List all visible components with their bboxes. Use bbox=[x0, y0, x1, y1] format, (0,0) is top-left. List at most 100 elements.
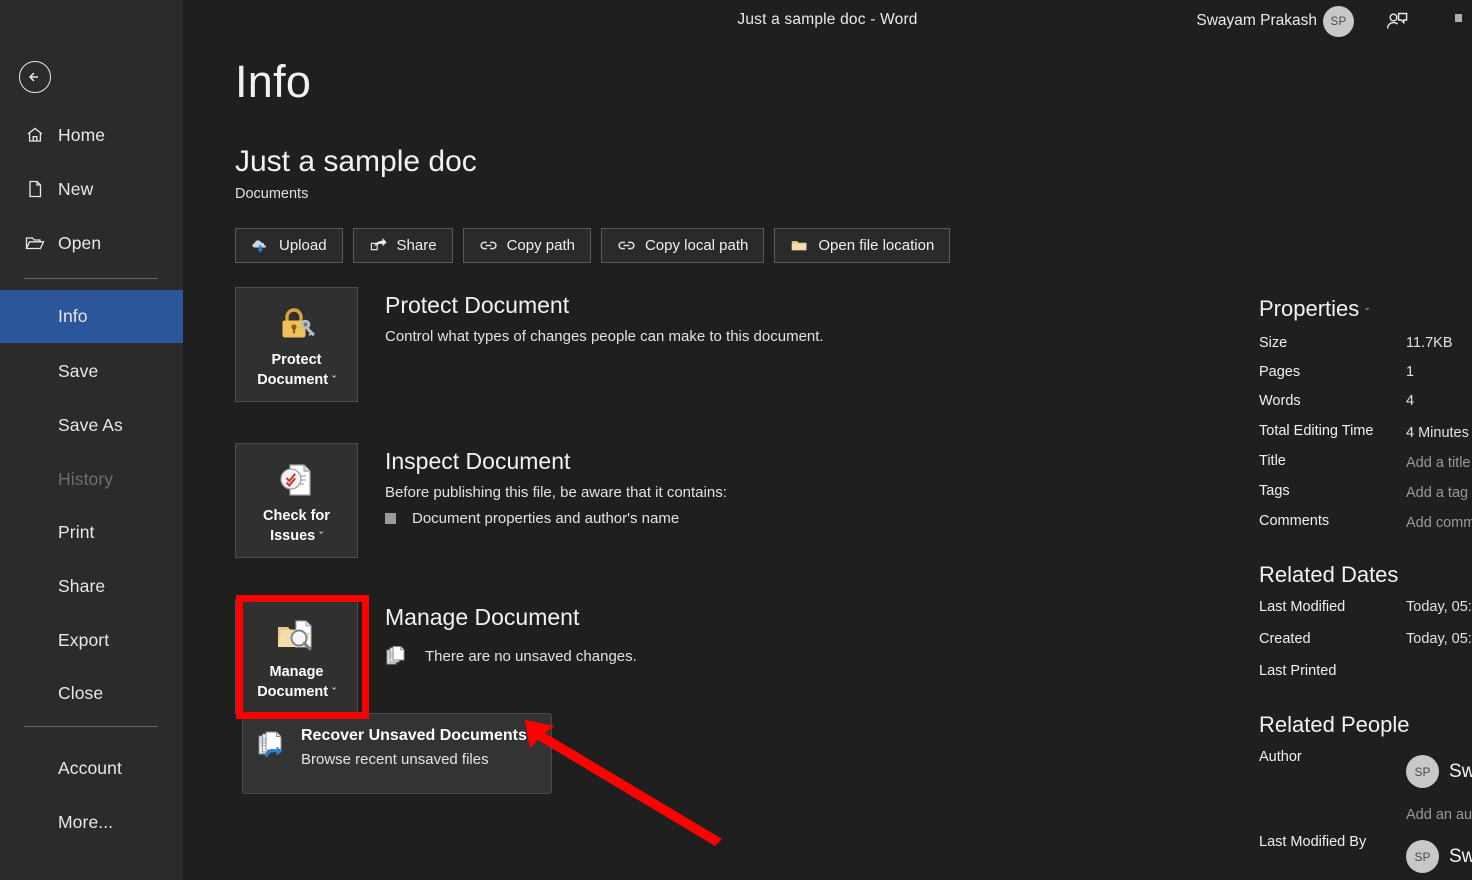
sidebar-item-open[interactable]: Open bbox=[0, 228, 183, 258]
property-value: 1 bbox=[1406, 364, 1415, 380]
property-key: Tags bbox=[1259, 483, 1290, 499]
sidebar-item-home[interactable]: Home bbox=[0, 120, 183, 150]
last-modified-by-key: Last Modified By bbox=[1259, 834, 1367, 850]
link-icon bbox=[617, 236, 636, 255]
sidebar-item-more[interactable]: More... bbox=[0, 807, 183, 837]
sidebar-item-label: Print bbox=[58, 521, 95, 542]
manage-document-title: Manage Document bbox=[385, 604, 580, 630]
tags-input[interactable]: Add a tag bbox=[1406, 485, 1468, 501]
tile-label-text: Document bbox=[257, 372, 329, 388]
related-people-heading: Related People bbox=[1259, 712, 1410, 737]
sidebar-item-label: Close bbox=[58, 682, 104, 703]
comments-input[interactable]: Add comments bbox=[1406, 515, 1472, 531]
related-dates-heading: Related Dates bbox=[1259, 562, 1399, 587]
sidebar-item-new[interactable]: New bbox=[0, 174, 183, 204]
author-name: Swayam Prakash bbox=[1449, 760, 1472, 782]
property-value: 4 bbox=[1406, 393, 1415, 409]
sidebar-item-print[interactable]: Print bbox=[0, 517, 183, 547]
author-person[interactable]: SP Swayam Prakash bbox=[1406, 755, 1472, 788]
folder-icon bbox=[790, 236, 809, 255]
sidebar-item-close[interactable]: Close bbox=[0, 678, 183, 708]
tile-label-text: Issues bbox=[270, 528, 316, 544]
recover-documents-icon bbox=[257, 730, 287, 760]
back-arrow-icon[interactable] bbox=[19, 61, 51, 93]
protect-document-description: Control what types of changes people can… bbox=[385, 328, 824, 345]
last-modified-by-person[interactable]: SP Swayam Prakash bbox=[1406, 840, 1472, 873]
sidebar-divider-top bbox=[24, 278, 158, 279]
date-key: Last Printed bbox=[1259, 663, 1337, 679]
property-key: Title bbox=[1259, 453, 1286, 469]
inspect-document-description: Before publishing this file, be aware th… bbox=[385, 484, 727, 501]
copy-path-button[interactable]: Copy path bbox=[462, 228, 591, 263]
bullet-label: Document properties and author's name bbox=[412, 510, 680, 527]
document-check-icon bbox=[274, 454, 320, 506]
share-arrow-icon bbox=[369, 236, 388, 255]
folder-open-icon bbox=[24, 232, 46, 254]
tile-label-line1: Manage bbox=[269, 664, 324, 680]
protect-document-title: Protect Document bbox=[385, 292, 570, 318]
button-label: Copy local path bbox=[644, 237, 749, 254]
tile-label-line1: Protect bbox=[271, 352, 322, 368]
tile-label-line2: Document ˇ bbox=[253, 682, 340, 703]
account-name: Swayam Prakash bbox=[1196, 12, 1317, 29]
property-key: Words bbox=[1259, 393, 1301, 409]
tile-label-line1: Check for bbox=[263, 508, 330, 524]
date-key: Created bbox=[1259, 631, 1311, 647]
file-name: Just a sample doc bbox=[235, 145, 477, 178]
sidebar-item-account[interactable]: Account bbox=[0, 753, 183, 783]
inspect-document-title: Inspect Document bbox=[385, 448, 571, 474]
chevron-down-icon[interactable]: ˇ bbox=[332, 687, 336, 699]
sidebar-item-label: Info bbox=[58, 306, 88, 326]
sidebar-item-save-as[interactable]: Save As bbox=[0, 410, 183, 440]
inspect-document-bullet: Document properties and author's name bbox=[385, 510, 679, 527]
button-label: Copy path bbox=[506, 237, 575, 254]
bullet-square-icon bbox=[385, 513, 396, 524]
avatar[interactable]: SP bbox=[1323, 6, 1354, 37]
copy-local-path-button[interactable]: Copy local path bbox=[600, 228, 765, 263]
manage-document-tile[interactable]: Manage Document ˇ bbox=[235, 599, 358, 714]
sidebar-item-history: History bbox=[0, 464, 183, 494]
property-key: Total Editing Time bbox=[1259, 423, 1374, 439]
chevron-down-icon[interactable]: ˇ bbox=[332, 375, 336, 387]
home-icon bbox=[24, 124, 46, 146]
sidebar-item-share[interactable]: Share bbox=[0, 571, 183, 601]
property-key: Pages bbox=[1259, 364, 1301, 380]
file-location: Documents bbox=[235, 186, 309, 202]
open-file-location-button[interactable]: Open file location bbox=[774, 228, 951, 263]
button-label: Upload bbox=[279, 237, 327, 254]
date-key: Last Modified bbox=[1259, 599, 1346, 615]
sidebar-item-label: Open bbox=[58, 232, 102, 253]
properties-heading-text: Properties bbox=[1259, 296, 1360, 321]
button-label: Open file location bbox=[818, 237, 935, 254]
tile-label-line2: Document ˇ bbox=[253, 370, 340, 391]
author-key: Author bbox=[1259, 749, 1302, 765]
check-for-issues-tile[interactable]: Check for Issues ˇ bbox=[235, 443, 358, 558]
sidebar-item-label: Share bbox=[58, 575, 106, 596]
recover-unsaved-documents-menu-item[interactable]: Recover Unsaved Documents Browse recent … bbox=[242, 713, 552, 794]
manage-document-icon bbox=[273, 610, 321, 662]
avatar: SP bbox=[1406, 755, 1439, 788]
sidebar-item-label: Save As bbox=[58, 414, 123, 435]
last-modified-by-name: Swayam Prakash bbox=[1449, 845, 1472, 867]
chevron-down-icon[interactable]: ˇ bbox=[1365, 307, 1369, 319]
protect-document-tile[interactable]: Protect Document ˇ bbox=[235, 287, 358, 402]
sidebar-item-label: History bbox=[58, 468, 114, 489]
lock-key-icon bbox=[274, 298, 320, 350]
sidebar-item-save[interactable]: Save bbox=[0, 356, 183, 386]
share-button[interactable]: Share bbox=[352, 228, 453, 263]
property-value: 11.7KB bbox=[1406, 335, 1453, 351]
property-value: 4 Minutes bbox=[1406, 425, 1469, 441]
sidebar-item-label: New bbox=[58, 178, 94, 199]
sidebar-item-info[interactable]: Info bbox=[0, 290, 183, 343]
stacked-documents-icon bbox=[385, 645, 407, 667]
upload-cloud-icon bbox=[251, 236, 270, 255]
sidebar-item-label: Export bbox=[58, 629, 110, 650]
title-input[interactable]: Add a title bbox=[1406, 455, 1471, 471]
upload-button[interactable]: Upload bbox=[235, 228, 343, 263]
share-person-icon[interactable] bbox=[1384, 9, 1410, 35]
add-author-input[interactable]: Add an author bbox=[1406, 807, 1472, 823]
page-title: Info bbox=[235, 56, 312, 107]
chevron-down-icon[interactable]: ˇ bbox=[319, 531, 323, 543]
link-icon bbox=[479, 236, 498, 255]
sidebar-item-export[interactable]: Export bbox=[0, 625, 183, 655]
